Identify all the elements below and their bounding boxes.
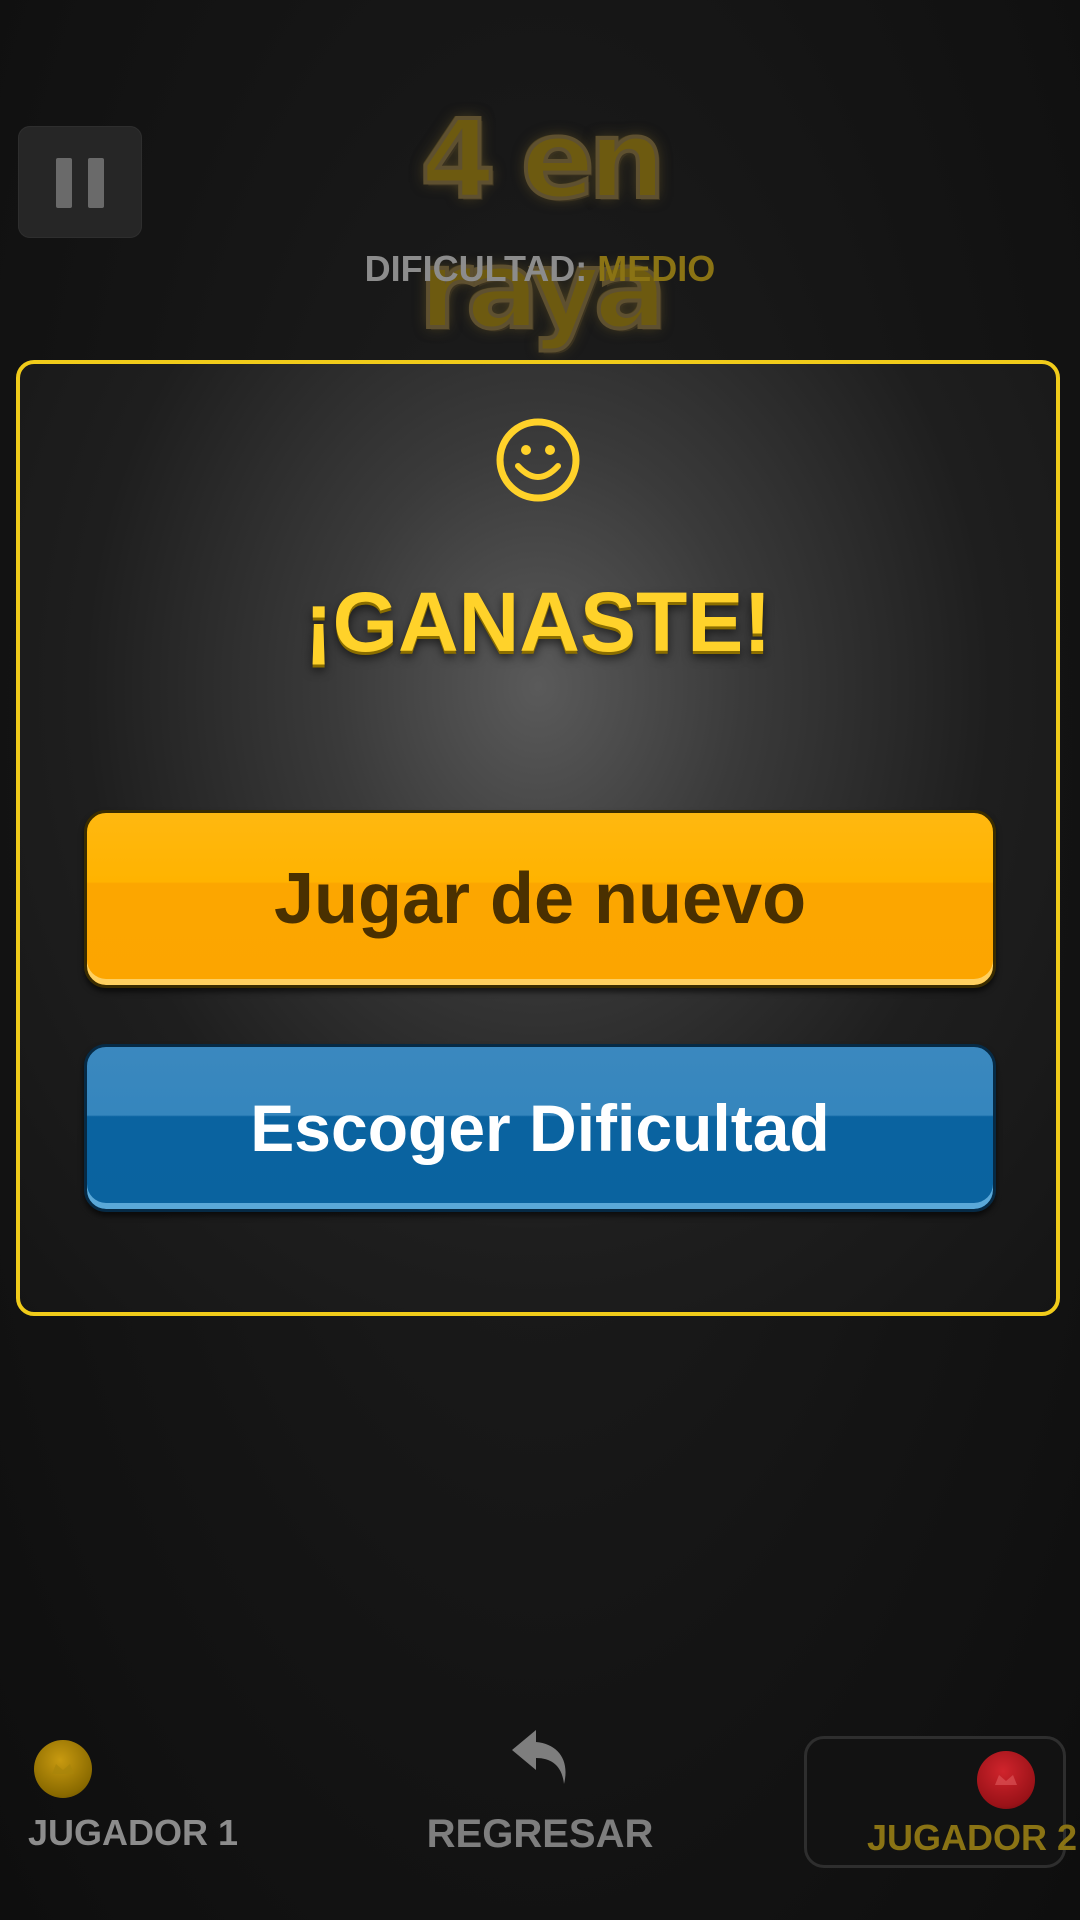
play-again-button[interactable]: Jugar de nuevo — [84, 810, 996, 988]
back-label: REGRESAR — [426, 1812, 654, 1856]
smiley-icon — [496, 418, 580, 502]
player-1-indicator: JUGADOR 1 — [28, 1738, 238, 1858]
game-logo: 4 en raya — [417, 96, 669, 355]
difficulty-label: DIFICULTAD: — [364, 248, 588, 289]
player-1-label: JUGADOR 1 — [28, 1812, 239, 1853]
red-chip-icon — [977, 1751, 1035, 1809]
yellow-chip-icon — [34, 1740, 92, 1798]
pause-button[interactable] — [18, 126, 142, 238]
undo-arrow-icon — [512, 1730, 566, 1784]
result-dialog: ¡GANASTE! Jugar de nuevo Escoger Dificul… — [16, 360, 1060, 1316]
difficulty-indicator: DIFICULTAD: MEDIO — [0, 248, 1080, 290]
game-screen: 4 en raya DIFICULTAD: MEDIO ¡GANASTE! Ju… — [0, 0, 1080, 1920]
choose-difficulty-button[interactable]: Escoger Dificultad — [84, 1044, 996, 1212]
result-title: ¡GANASTE! — [304, 575, 772, 669]
player-2-label: JUGADOR 2 — [867, 1817, 1078, 1858]
back-button[interactable]: REGRESAR — [420, 1722, 660, 1872]
difficulty-value: MEDIO — [597, 248, 716, 289]
player-2-indicator: JUGADOR 2 — [804, 1736, 1077, 1868]
